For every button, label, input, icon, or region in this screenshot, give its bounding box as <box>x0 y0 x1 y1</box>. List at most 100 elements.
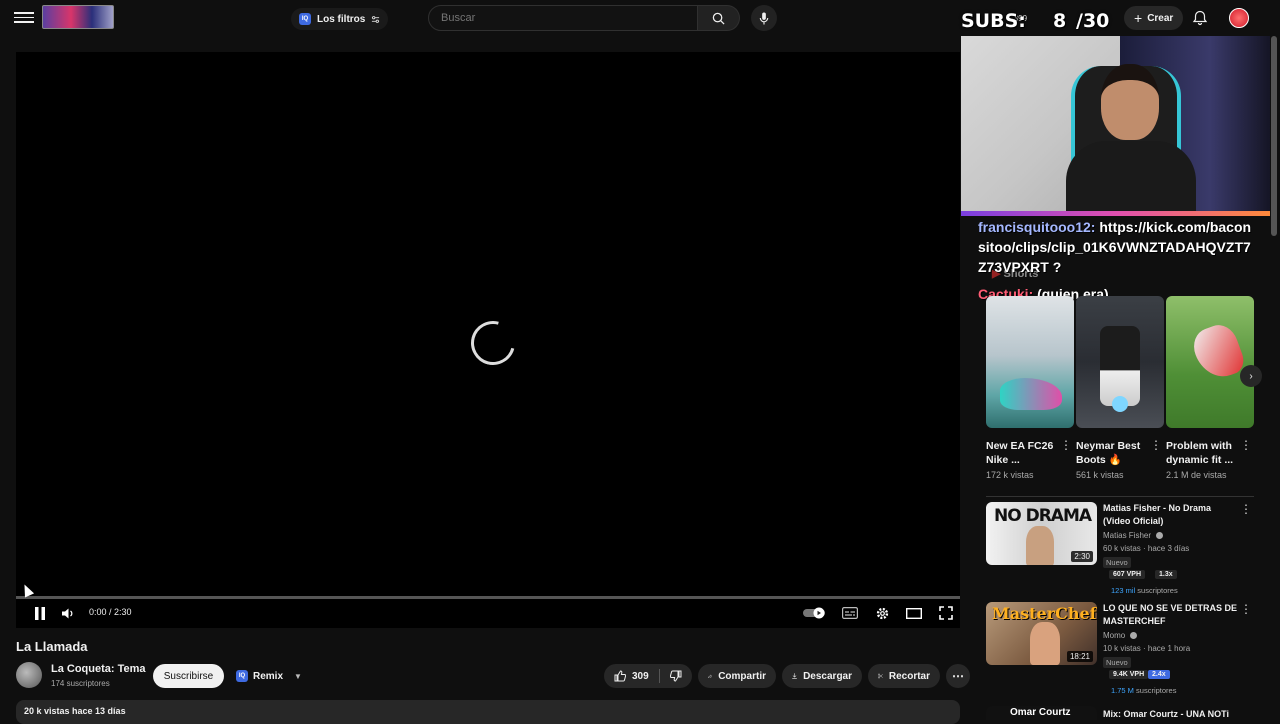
shorts-next-button[interactable]: › <box>1240 365 1262 387</box>
description-box[interactable]: 20 k vistas hace 13 días <box>16 700 960 724</box>
account-avatar[interactable] <box>1229 8 1249 28</box>
recommended-video[interactable]: MasterChef 18:21 LO QUE NO SE VE DETRAS … <box>986 602 1254 696</box>
progress-bar[interactable] <box>16 596 960 599</box>
short-item[interactable]: Problem with dynamic fit ... ⋮ 2.1 M de … <box>1166 296 1254 480</box>
recommended-video[interactable]: NO DRAMA 2:30 Matias Fisher - No Drama (… <box>986 502 1254 596</box>
channel-avatar[interactable] <box>16 662 42 688</box>
short-title[interactable]: Problem with dynamic fit ... <box>1166 439 1236 467</box>
video-thumbnail[interactable]: NO DRAMA 2:30 <box>986 502 1097 565</box>
shoe-shape <box>1000 378 1062 410</box>
download-icon <box>792 673 797 679</box>
more-vertical-icon[interactable]: ⋮ <box>1150 438 1162 452</box>
chevron-down-icon: ▼ <box>294 671 302 681</box>
fullscreen-icon <box>939 606 953 620</box>
filters-button[interactable]: IQ Los filtros <box>291 8 389 30</box>
logo-image[interactable] <box>42 5 114 29</box>
subscribe-button[interactable]: Suscribirse <box>153 664 224 688</box>
captions-button[interactable] <box>840 603 860 623</box>
like-count[interactable]: 309 <box>632 671 649 682</box>
short-item[interactable]: Neymar Best Boots 🔥 ⋮ 561 k vistas <box>1076 296 1164 480</box>
share-button[interactable]: Compartir <box>698 664 776 688</box>
short-views: 172 k vistas <box>986 470 1034 480</box>
thumbnail-text: NO DRAMA <box>994 506 1092 526</box>
thumbnail-text: MasterChef <box>992 604 1097 623</box>
video-thumbnail[interactable]: MasterChef 18:21 <box>986 602 1097 665</box>
short-views: 561 k vistas <box>1076 470 1124 480</box>
search-icon <box>712 12 725 25</box>
volume-button[interactable] <box>60 603 76 623</box>
video-channel[interactable]: Matias Fisher <box>1103 531 1164 540</box>
video-title[interactable]: LO QUE NO SE VE DETRAS DE MASTERCHEF <box>1103 602 1238 628</box>
pause-icon <box>35 606 45 620</box>
video-title[interactable]: Mix: Omar Courtz - UNA NOTi <box>1103 708 1238 720</box>
short-title[interactable]: New EA FC26 Nike ... <box>986 439 1056 467</box>
loading-spinner-icon <box>462 312 524 374</box>
more-vertical-icon[interactable]: ⋮ <box>1060 438 1072 452</box>
video-thumbnail[interactable]: Omar Courtz <box>986 706 1097 720</box>
search-input[interactable] <box>441 12 685 24</box>
description-meta: 20 k vistas hace 13 días <box>24 706 126 716</box>
clip-button[interactable]: Recortar <box>868 664 940 688</box>
channel-subs-word: suscriptores <box>1137 586 1178 595</box>
video-title: La Llamada <box>16 639 88 654</box>
search-button[interactable] <box>698 5 740 31</box>
short-views: 2.1 M de vistas <box>1166 470 1227 480</box>
multiplier-badge: 2.4x <box>1148 670 1170 679</box>
like-dislike-group: 309 <box>604 664 692 688</box>
channel-subs-number: 123 mil <box>1111 586 1136 595</box>
subs-current: 8 <box>1053 10 1067 32</box>
short-thumbnail[interactable] <box>1166 296 1254 428</box>
channel-subs-line: 123 mil suscriptores <box>1111 586 1178 595</box>
subs-label: SUBS: <box>961 10 1026 32</box>
scissors-icon <box>878 673 883 679</box>
theater-mode-button[interactable] <box>904 603 924 623</box>
verified-icon <box>1130 632 1138 640</box>
divider <box>986 496 1254 497</box>
voice-search-button[interactable] <box>751 5 777 31</box>
plus-icon: + <box>1134 10 1143 26</box>
channel-name[interactable]: La Coqueta: Tema <box>51 663 146 675</box>
more-horizontal-icon: ⋯ <box>952 669 964 683</box>
create-button[interactable]: + Crear <box>1124 6 1184 30</box>
thumbnail-person <box>1026 526 1054 565</box>
like-divider <box>658 669 660 683</box>
menu-icon[interactable] <box>14 9 34 27</box>
video-meta: 10 k vistas · hace 1 hora <box>1103 644 1191 653</box>
short-item[interactable]: New EA FC26 Nike ... ⋮ 172 k vistas <box>986 296 1074 480</box>
legs-shape <box>1100 326 1140 406</box>
fullscreen-button[interactable] <box>936 603 956 623</box>
remix-button[interactable]: IQ Remix ▼ <box>232 664 302 688</box>
download-button[interactable]: Descargar <box>782 664 862 688</box>
multiplier-badge: 1.3x <box>1155 570 1177 579</box>
short-thumbnail[interactable] <box>1076 296 1164 428</box>
thumbnail-text: Omar Courtz <box>1010 707 1071 718</box>
pause-button[interactable] <box>32 603 48 623</box>
autoplay-toggle-icon <box>803 607 825 619</box>
settings-button[interactable] <box>872 603 892 623</box>
thumbs-up-icon[interactable] <box>614 670 626 682</box>
new-badge: Nuevo <box>1103 657 1131 668</box>
more-actions-button[interactable]: ⋯ <box>946 664 970 688</box>
share-icon <box>708 674 713 678</box>
scrollbar[interactable] <box>1271 36 1277 236</box>
bell-icon[interactable] <box>1192 10 1208 26</box>
thumbs-down-icon[interactable] <box>669 670 682 682</box>
video-channel[interactable]: Momo <box>1103 631 1138 640</box>
video-player[interactable]: 0:00 / 2:30 <box>16 52 960 628</box>
video-title[interactable]: Matias Fisher - No Drama (Video Oficial) <box>1103 502 1238 528</box>
microphone-icon <box>759 11 769 25</box>
more-vertical-icon[interactable]: ⋮ <box>1240 502 1252 516</box>
search-box[interactable] <box>428 5 698 31</box>
more-vertical-icon[interactable]: ⋮ <box>1240 602 1252 616</box>
video-duration: 2:30 <box>1071 551 1093 562</box>
sliders-icon <box>372 15 380 23</box>
autoplay-toggle[interactable] <box>802 603 828 623</box>
short-title[interactable]: Neymar Best Boots 🔥 <box>1076 439 1146 467</box>
channel-subs-number: 1.75 M <box>1111 686 1134 695</box>
recommended-video[interactable]: Omar Courtz Mix: Omar Courtz - UNA NOTi <box>986 706 1254 720</box>
volume-icon <box>62 608 73 618</box>
video-channel-name: Momo <box>1103 631 1126 640</box>
more-vertical-icon[interactable]: ⋮ <box>1240 438 1252 452</box>
new-badge: Nuevo <box>1103 557 1131 568</box>
short-thumbnail[interactable] <box>986 296 1074 428</box>
